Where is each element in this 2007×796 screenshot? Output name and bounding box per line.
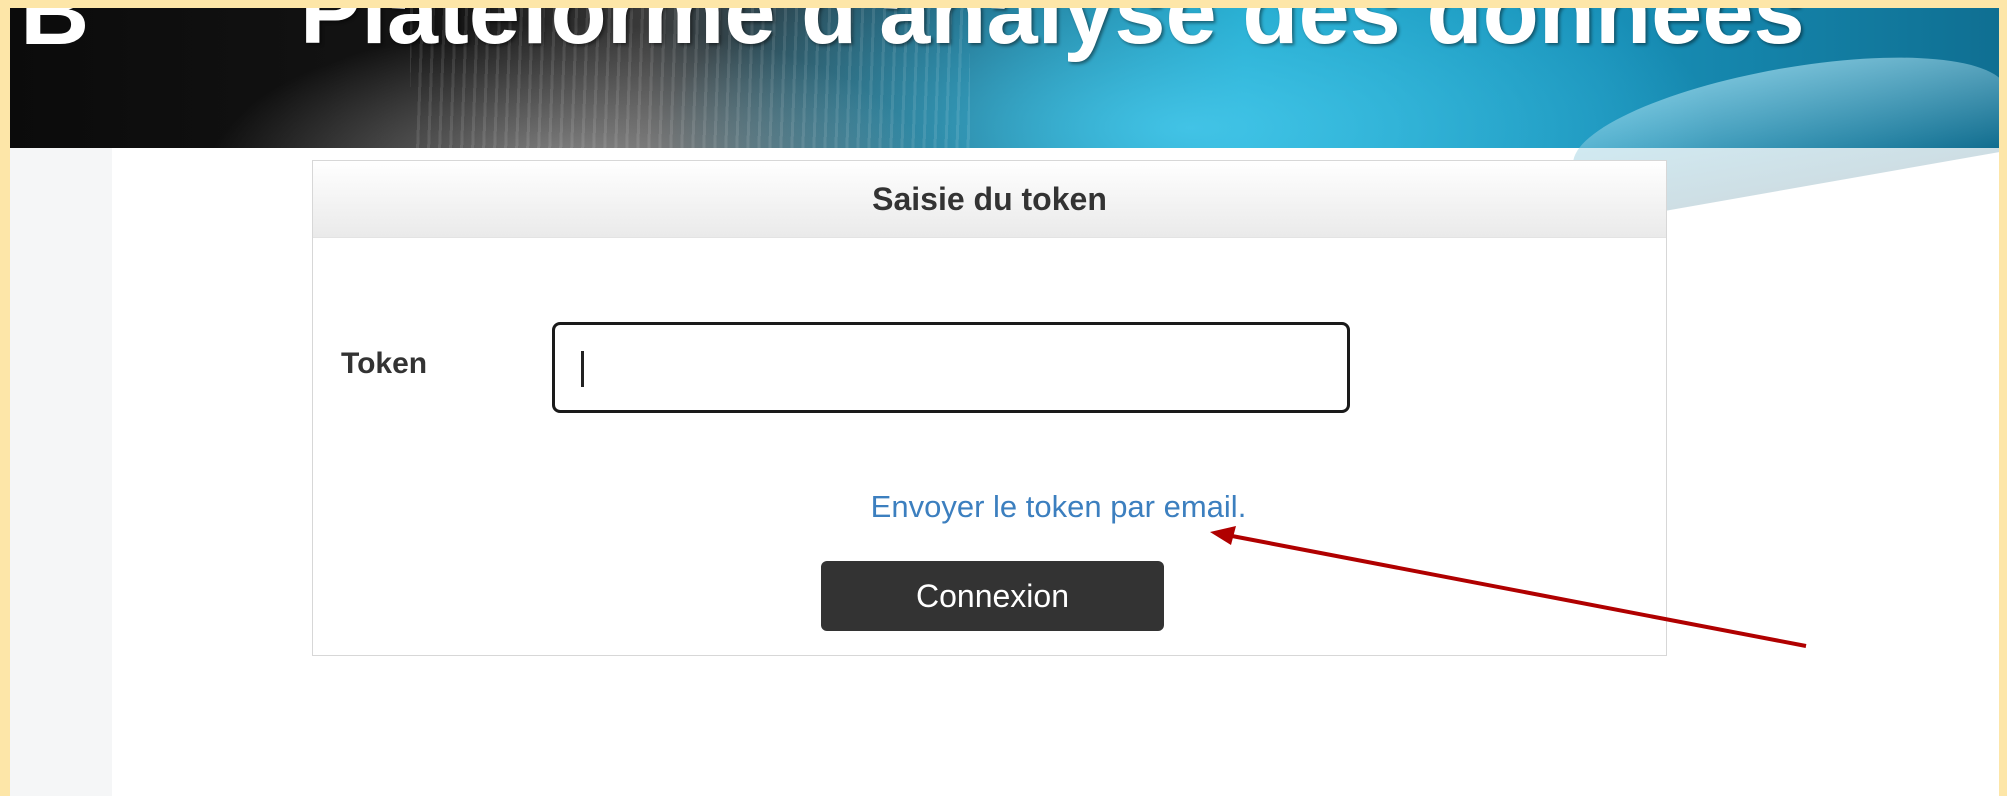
text-cursor (581, 351, 584, 387)
token-input[interactable] (552, 322, 1350, 413)
screenshot-frame-right (1999, 0, 2007, 796)
screenshot-frame-top (0, 0, 2007, 8)
browser-viewport: B Plateforme d'analyse des données Saisi… (10, 8, 1999, 796)
site-title: Plateforme d'analyse des données (300, 8, 1805, 63)
site-logo: B (20, 8, 90, 65)
token-label: Token (341, 347, 428, 380)
send-token-email-link[interactable]: Envoyer le token par email. (313, 489, 1666, 525)
left-gutter (10, 148, 112, 796)
header-banner: B Plateforme d'analyse des données (10, 8, 1999, 226)
screenshot-frame-left (0, 0, 10, 796)
panel-title: Saisie du token (872, 180, 1107, 217)
token-login-panel: Saisie du token Token Envoyer le token p… (312, 160, 1667, 656)
connexion-button[interactable]: Connexion (821, 561, 1164, 631)
panel-header: Saisie du token (313, 161, 1666, 238)
